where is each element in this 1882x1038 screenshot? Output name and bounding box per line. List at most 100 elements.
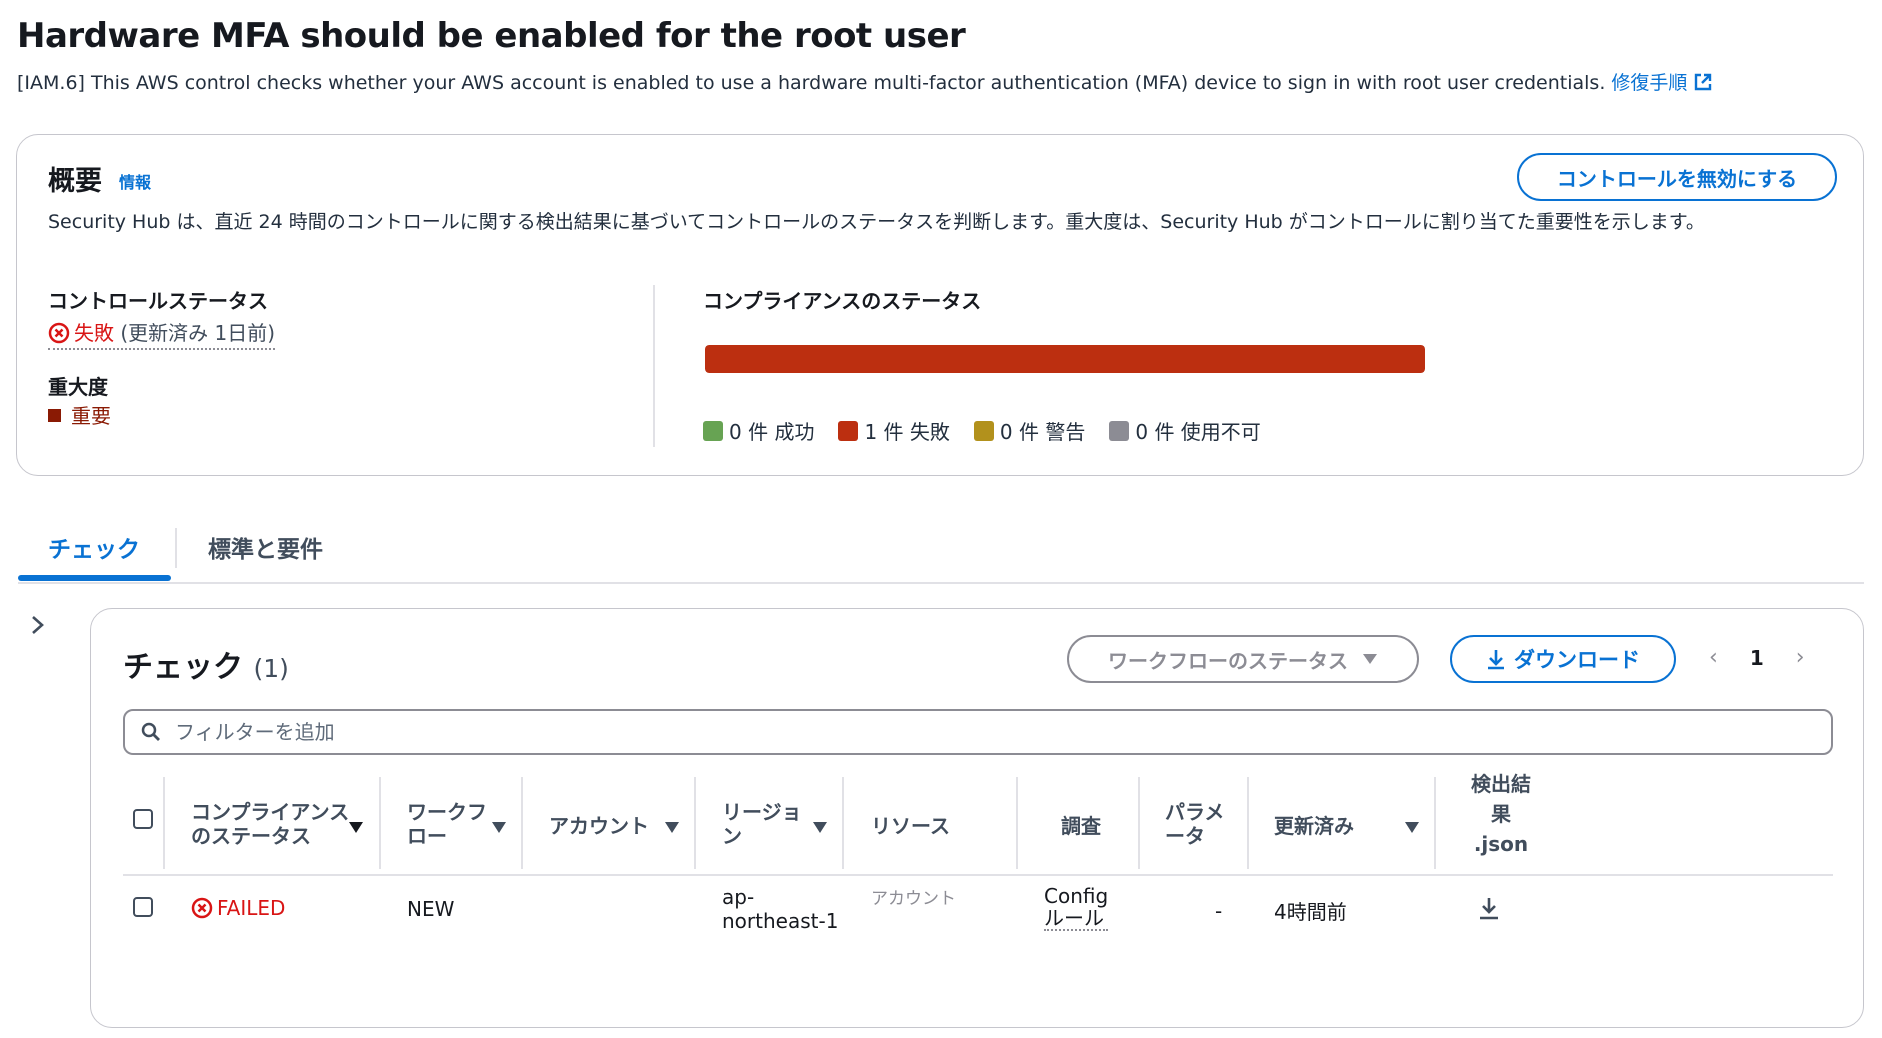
column-header-json-line1: 検出結 bbox=[1471, 772, 1531, 796]
column-header-workflow[interactable]: ワークフ ロー bbox=[407, 779, 497, 869]
checks-table-container: チェック (1) ワークフローのステータス ダウンロード ‹ 1 › コンプライ… bbox=[90, 608, 1864, 1028]
column-header-parameters-line2: ータ bbox=[1165, 824, 1205, 848]
control-status-updated: (更新済み 1日前) bbox=[120, 321, 276, 345]
chevron-right-icon[interactable] bbox=[26, 614, 48, 636]
column-header-account[interactable]: アカウント bbox=[549, 779, 649, 869]
legend-passed-label: 0 件 成功 bbox=[729, 420, 815, 444]
search-icon bbox=[141, 722, 160, 741]
checks-title: チェック (1) bbox=[123, 642, 289, 686]
legend-failed: 1 件 失敗 bbox=[838, 416, 950, 445]
row-investigate-line2: ルール bbox=[1044, 907, 1109, 931]
filter-bar bbox=[123, 709, 1833, 755]
column-divider bbox=[842, 777, 844, 869]
row-region-line2: northeast-1 bbox=[722, 909, 839, 933]
sort-caret-icon[interactable] bbox=[1405, 822, 1419, 833]
description-text: [IAM.6] This AWS control checks whether … bbox=[17, 72, 1606, 94]
failed-status-icon bbox=[191, 897, 213, 919]
legend-failed-label: 1 件 失敗 bbox=[864, 420, 950, 444]
column-divider bbox=[163, 777, 165, 869]
control-status-value[interactable]: 失敗 (更新済み 1日前) bbox=[48, 317, 276, 350]
download-button[interactable]: ダウンロード bbox=[1450, 635, 1676, 683]
control-status-label: コントロールステータス bbox=[48, 289, 268, 313]
severity-value: 重要 bbox=[48, 400, 111, 429]
sort-caret-icon[interactable] bbox=[349, 822, 363, 833]
compliance-bar bbox=[705, 345, 1425, 373]
sort-caret-icon[interactable] bbox=[813, 822, 827, 833]
legend-warning: 0 件 警告 bbox=[973, 416, 1086, 445]
column-header-json-line3: .json bbox=[1473, 832, 1529, 856]
sort-caret-icon[interactable] bbox=[492, 822, 506, 833]
row-checkbox[interactable] bbox=[133, 897, 153, 917]
column-divider bbox=[1247, 777, 1249, 869]
row-investigate[interactable]: Config ルール bbox=[1044, 884, 1109, 931]
legend-passed-swatch bbox=[703, 420, 723, 441]
legend-warning-label: 0 件 警告 bbox=[999, 420, 1086, 444]
column-header-workflow-line1: ワークフ bbox=[407, 800, 487, 824]
filter-input[interactable] bbox=[173, 719, 1777, 745]
select-all-checkbox[interactable] bbox=[133, 809, 153, 829]
pagination: ‹ 1 › bbox=[1709, 645, 1805, 670]
column-header-json-line2: 果 bbox=[1491, 802, 1511, 826]
disable-control-button[interactable]: コントロールを無効にする bbox=[1517, 153, 1837, 201]
remediation-link[interactable]: 修復手順 bbox=[1611, 72, 1713, 94]
column-header-updated[interactable]: 更新済み bbox=[1274, 779, 1354, 869]
failed-status-icon bbox=[48, 322, 70, 344]
tab-checks[interactable]: チェック bbox=[48, 530, 140, 564]
page-description: [IAM.6] This AWS control checks whether … bbox=[17, 68, 1713, 95]
row-region-line1: ap- bbox=[722, 885, 755, 909]
legend-failed-swatch bbox=[838, 420, 859, 441]
legend-passed: 0 件 成功 bbox=[703, 416, 814, 445]
remediation-link-label: 修復手順 bbox=[1611, 72, 1688, 94]
tab-divider bbox=[175, 528, 177, 568]
column-divider bbox=[379, 777, 381, 869]
column-divider bbox=[1138, 777, 1140, 869]
sort-caret-icon[interactable] bbox=[665, 822, 679, 833]
workflow-status-select[interactable]: ワークフローのステータス bbox=[1067, 635, 1419, 683]
download-json-icon[interactable] bbox=[1478, 896, 1500, 920]
column-header-region[interactable]: リージョ ン bbox=[722, 779, 812, 869]
row-investigate-line1: Config bbox=[1044, 884, 1109, 908]
row-region: ap- northeast-1 bbox=[722, 885, 838, 933]
tab-bar: チェック 標準と要件 bbox=[18, 520, 1864, 584]
row-parameters: - bbox=[1215, 899, 1223, 923]
row-resource[interactable]: アカウント bbox=[871, 884, 956, 909]
overview-panel: 概要 情報 コントロールを無効にする Security Hub は、直近 24 … bbox=[16, 134, 1864, 476]
control-status-text: 失敗 bbox=[74, 321, 114, 345]
legend-warning-swatch bbox=[973, 420, 994, 441]
tab-standards-requirements[interactable]: 標準と要件 bbox=[208, 530, 323, 564]
column-header-parameters-line1: パラメ bbox=[1165, 800, 1225, 824]
column-header-compliance-line1: コンプライアンス bbox=[191, 800, 350, 824]
column-header-investigate: 調査 bbox=[1061, 813, 1101, 838]
severity-label: 重大度 bbox=[48, 375, 108, 399]
column-divider bbox=[1434, 777, 1436, 869]
page-title: Hardware MFA should be enabled for the r… bbox=[17, 16, 966, 56]
column-header-finding-json: 検出結 果 .json bbox=[1451, 769, 1551, 859]
page-number[interactable]: 1 bbox=[1750, 646, 1764, 670]
overview-description: Security Hub は、直近 24 時間のコントロールに関する検出結果に基… bbox=[48, 211, 1705, 233]
severity-text: 重要 bbox=[71, 404, 111, 428]
severity-square-icon bbox=[48, 409, 61, 422]
legend-unavailable-label: 0 件 使用不可 bbox=[1135, 420, 1261, 444]
active-tab-indicator bbox=[18, 575, 171, 581]
overview-title: 概要 bbox=[48, 166, 102, 197]
download-icon bbox=[1488, 650, 1504, 670]
info-link[interactable]: 情報 bbox=[119, 169, 151, 193]
row-updated: 4時間前 bbox=[1274, 900, 1347, 924]
checks-count: (1) bbox=[253, 654, 289, 683]
column-header-workflow-line2: ロー bbox=[407, 824, 447, 848]
row-workflow: NEW bbox=[407, 897, 455, 921]
caret-down-icon bbox=[1363, 654, 1377, 664]
row-compliance-text: FAILED bbox=[217, 896, 286, 920]
row-compliance-status: FAILED bbox=[191, 896, 285, 920]
compliance-status-title: コンプライアンスのステータス bbox=[703, 289, 982, 313]
column-header-parameters: パラメ ータ bbox=[1165, 779, 1235, 869]
legend-unavailable: 0 件 使用不可 bbox=[1109, 416, 1261, 445]
compliance-bar-failed-segment bbox=[705, 345, 1425, 373]
column-divider bbox=[1016, 777, 1018, 869]
external-link-icon bbox=[1695, 73, 1712, 91]
next-page-icon[interactable]: › bbox=[1796, 645, 1805, 670]
column-divider bbox=[694, 777, 696, 869]
prev-page-icon[interactable]: ‹ bbox=[1709, 645, 1718, 670]
workflow-status-select-label: ワークフローのステータス bbox=[1108, 648, 1348, 673]
column-header-resource: リソース bbox=[871, 813, 950, 838]
